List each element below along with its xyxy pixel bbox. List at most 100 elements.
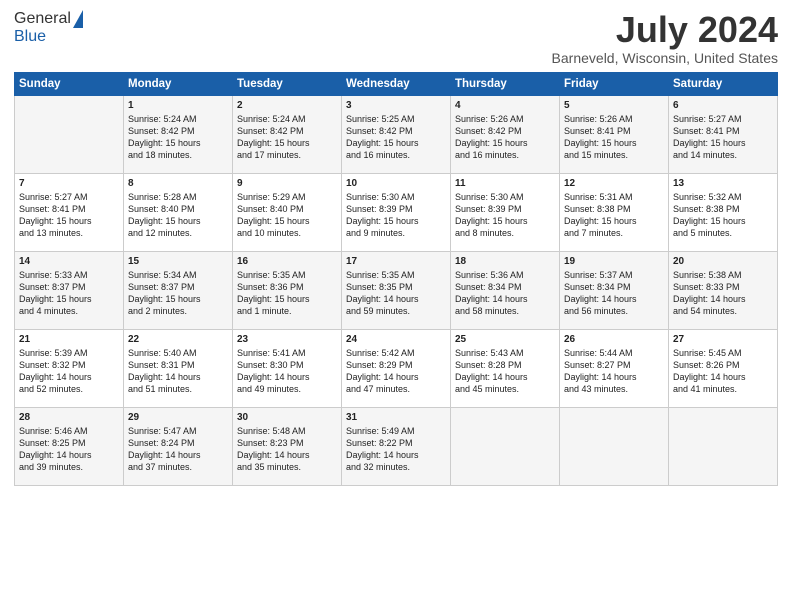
calendar-cell: 21 Sunrise: 5:39 AM Sunset: 8:32 PM Dayli… (15, 329, 124, 407)
calendar-cell: 15Sunrise: 5:34 AM Sunset: 8:37 PM Dayli… (124, 251, 233, 329)
logo-triangle-icon (73, 10, 83, 28)
day-number: 27 (673, 334, 773, 345)
calendar-cell: 2Sunrise: 5:24 AM Sunset: 8:42 PM Daylig… (233, 95, 342, 173)
calendar-cell: 4 Sunrise: 5:26 AM Sunset: 8:42 PM Daylig… (451, 95, 560, 173)
day-number: 4 (455, 100, 555, 111)
day-number: 1 (128, 100, 228, 111)
cell-text: Sunrise: 5:43 AM Sunset: 8:28 PM Dayligh… (455, 348, 528, 394)
cell-text: Sunrise: 5:44 AM Sunset: 8:27 PM Dayligh… (564, 348, 637, 394)
day-number: 6 (673, 100, 773, 111)
calendar-cell: 16Sunrise: 5:35 AM Sunset: 8:36 PM Dayli… (233, 251, 342, 329)
cell-text: Sunrise: 5:48 AM Sunset: 8:23 PM Dayligh… (237, 426, 310, 472)
header-row: SundayMondayTuesdayWednesdayThursdayFrid… (15, 72, 778, 95)
cell-text: Sunrise: 5:47 AM Sunset: 8:24 PM Dayligh… (128, 426, 201, 472)
cell-text: Sunrise: 5:27 AM Sunset: 8:41 PM Dayligh… (673, 114, 746, 160)
calendar-cell (15, 95, 124, 173)
cell-text: Sunrise: 5:33 AM Sunset: 8:37 PM Dayligh… (19, 270, 92, 316)
week-row-3: 14 Sunrise: 5:33 AM Sunset: 8:37 PM Dayli… (15, 251, 778, 329)
header-day-tuesday: Tuesday (233, 72, 342, 95)
day-number: 19 (564, 256, 664, 267)
day-number: 21 (19, 334, 119, 345)
month-title: July 2024 (552, 10, 778, 50)
calendar-cell: 24 Sunrise: 5:42 AM Sunset: 8:29 PM Dayli… (342, 329, 451, 407)
cell-text: Sunrise: 5:39 AM Sunset: 8:32 PM Dayligh… (19, 348, 92, 394)
calendar-cell: 28 Sunrise: 5:46 AM Sunset: 8:25 PM Dayli… (15, 407, 124, 485)
calendar-cell: 23Sunrise: 5:41 AM Sunset: 8:30 PM Dayli… (233, 329, 342, 407)
calendar-cell: 27Sunrise: 5:45 AM Sunset: 8:26 PM Dayli… (669, 329, 778, 407)
calendar-cell: 11 Sunrise: 5:30 AM Sunset: 8:39 PM Dayli… (451, 173, 560, 251)
day-number: 15 (128, 256, 228, 267)
day-number: 3 (346, 100, 446, 111)
calendar-cell (669, 407, 778, 485)
cell-text: Sunrise: 5:36 AM Sunset: 8:34 PM Dayligh… (455, 270, 528, 316)
day-number: 18 (455, 256, 555, 267)
calendar-cell: 29 Sunrise: 5:47 AM Sunset: 8:24 PM Dayli… (124, 407, 233, 485)
day-number: 20 (673, 256, 773, 267)
day-number: 31 (346, 412, 446, 423)
day-number: 8 (128, 178, 228, 189)
cell-text: Sunrise: 5:26 AM Sunset: 8:41 PM Dayligh… (564, 114, 637, 160)
day-number: 10 (346, 178, 446, 189)
logo-general-text: General (14, 10, 71, 28)
day-number: 14 (19, 256, 119, 267)
calendar-cell: 5 Sunrise: 5:26 AM Sunset: 8:41 PM Daylig… (560, 95, 669, 173)
day-number: 29 (128, 412, 228, 423)
cell-text: Sunrise: 5:42 AM Sunset: 8:29 PM Dayligh… (346, 348, 419, 394)
week-row-1: 1 Sunrise: 5:24 AM Sunset: 8:42 PM Daylig… (15, 95, 778, 173)
cell-text: Sunrise: 5:27 AM Sunset: 8:41 PM Dayligh… (19, 192, 92, 238)
cell-text: Sunrise: 5:30 AM Sunset: 8:39 PM Dayligh… (455, 192, 528, 238)
header-day-saturday: Saturday (669, 72, 778, 95)
calendar-cell: 8 Sunrise: 5:28 AM Sunset: 8:40 PM Daylig… (124, 173, 233, 251)
calendar-cell (560, 407, 669, 485)
calendar-cell: 30 Sunrise: 5:48 AM Sunset: 8:23 PM Dayli… (233, 407, 342, 485)
calendar-cell: 26 Sunrise: 5:44 AM Sunset: 8:27 PM Dayli… (560, 329, 669, 407)
cell-text: Sunrise: 5:46 AM Sunset: 8:25 PM Dayligh… (19, 426, 92, 472)
calendar-cell: 10 Sunrise: 5:30 AM Sunset: 8:39 PM Dayli… (342, 173, 451, 251)
day-number: 30 (237, 412, 337, 423)
header-day-friday: Friday (560, 72, 669, 95)
day-number: 24 (346, 334, 446, 345)
calendar-cell: 31 Sunrise: 5:49 AM Sunset: 8:22 PM Dayli… (342, 407, 451, 485)
cell-text: Sunrise: 5:26 AM Sunset: 8:42 PM Dayligh… (455, 114, 528, 160)
calendar-cell: 12 Sunrise: 5:31 AM Sunset: 8:38 PM Dayli… (560, 173, 669, 251)
header-day-wednesday: Wednesday (342, 72, 451, 95)
day-number: 17 (346, 256, 446, 267)
header-day-monday: Monday (124, 72, 233, 95)
calendar-cell: 7Sunrise: 5:27 AM Sunset: 8:41 PM Daylig… (15, 173, 124, 251)
day-number: 28 (19, 412, 119, 423)
calendar-cell: 18 Sunrise: 5:36 AM Sunset: 8:34 PM Dayli… (451, 251, 560, 329)
cell-text: Sunrise: 5:32 AM Sunset: 8:38 PM Dayligh… (673, 192, 746, 238)
day-number: 12 (564, 178, 664, 189)
location: Barneveld, Wisconsin, United States (552, 50, 778, 66)
page: General Blue July 2024 Barneveld, Wiscon… (0, 0, 792, 612)
cell-text: Sunrise: 5:38 AM Sunset: 8:33 PM Dayligh… (673, 270, 746, 316)
cell-text: Sunrise: 5:49 AM Sunset: 8:22 PM Dayligh… (346, 426, 419, 472)
calendar-cell: 17 Sunrise: 5:35 AM Sunset: 8:35 PM Dayli… (342, 251, 451, 329)
calendar-table: SundayMondayTuesdayWednesdayThursdayFrid… (14, 72, 778, 486)
calendar-cell: 3Sunrise: 5:25 AM Sunset: 8:42 PM Daylig… (342, 95, 451, 173)
header: General Blue July 2024 Barneveld, Wiscon… (14, 10, 778, 66)
calendar-cell: 25Sunrise: 5:43 AM Sunset: 8:28 PM Dayli… (451, 329, 560, 407)
calendar-cell: 14 Sunrise: 5:33 AM Sunset: 8:37 PM Dayli… (15, 251, 124, 329)
cell-text: Sunrise: 5:28 AM Sunset: 8:40 PM Dayligh… (128, 192, 201, 238)
cell-text: Sunrise: 5:41 AM Sunset: 8:30 PM Dayligh… (237, 348, 310, 394)
day-number: 9 (237, 178, 337, 189)
cell-text: Sunrise: 5:35 AM Sunset: 8:35 PM Dayligh… (346, 270, 419, 316)
day-number: 22 (128, 334, 228, 345)
cell-text: Sunrise: 5:40 AM Sunset: 8:31 PM Dayligh… (128, 348, 201, 394)
day-number: 11 (455, 178, 555, 189)
header-day-thursday: Thursday (451, 72, 560, 95)
cell-text: Sunrise: 5:31 AM Sunset: 8:38 PM Dayligh… (564, 192, 637, 238)
day-number: 16 (237, 256, 337, 267)
week-row-4: 21 Sunrise: 5:39 AM Sunset: 8:32 PM Dayli… (15, 329, 778, 407)
calendar-cell: 13Sunrise: 5:32 AM Sunset: 8:38 PM Dayli… (669, 173, 778, 251)
logo: General Blue (14, 10, 83, 46)
cell-text: Sunrise: 5:30 AM Sunset: 8:39 PM Dayligh… (346, 192, 419, 238)
cell-text: Sunrise: 5:24 AM Sunset: 8:42 PM Dayligh… (237, 114, 310, 160)
calendar-cell (451, 407, 560, 485)
calendar-cell: 9 Sunrise: 5:29 AM Sunset: 8:40 PM Daylig… (233, 173, 342, 251)
cell-text: Sunrise: 5:24 AM Sunset: 8:42 PM Dayligh… (128, 114, 201, 160)
cell-text: Sunrise: 5:29 AM Sunset: 8:40 PM Dayligh… (237, 192, 310, 238)
day-number: 26 (564, 334, 664, 345)
day-number: 5 (564, 100, 664, 111)
